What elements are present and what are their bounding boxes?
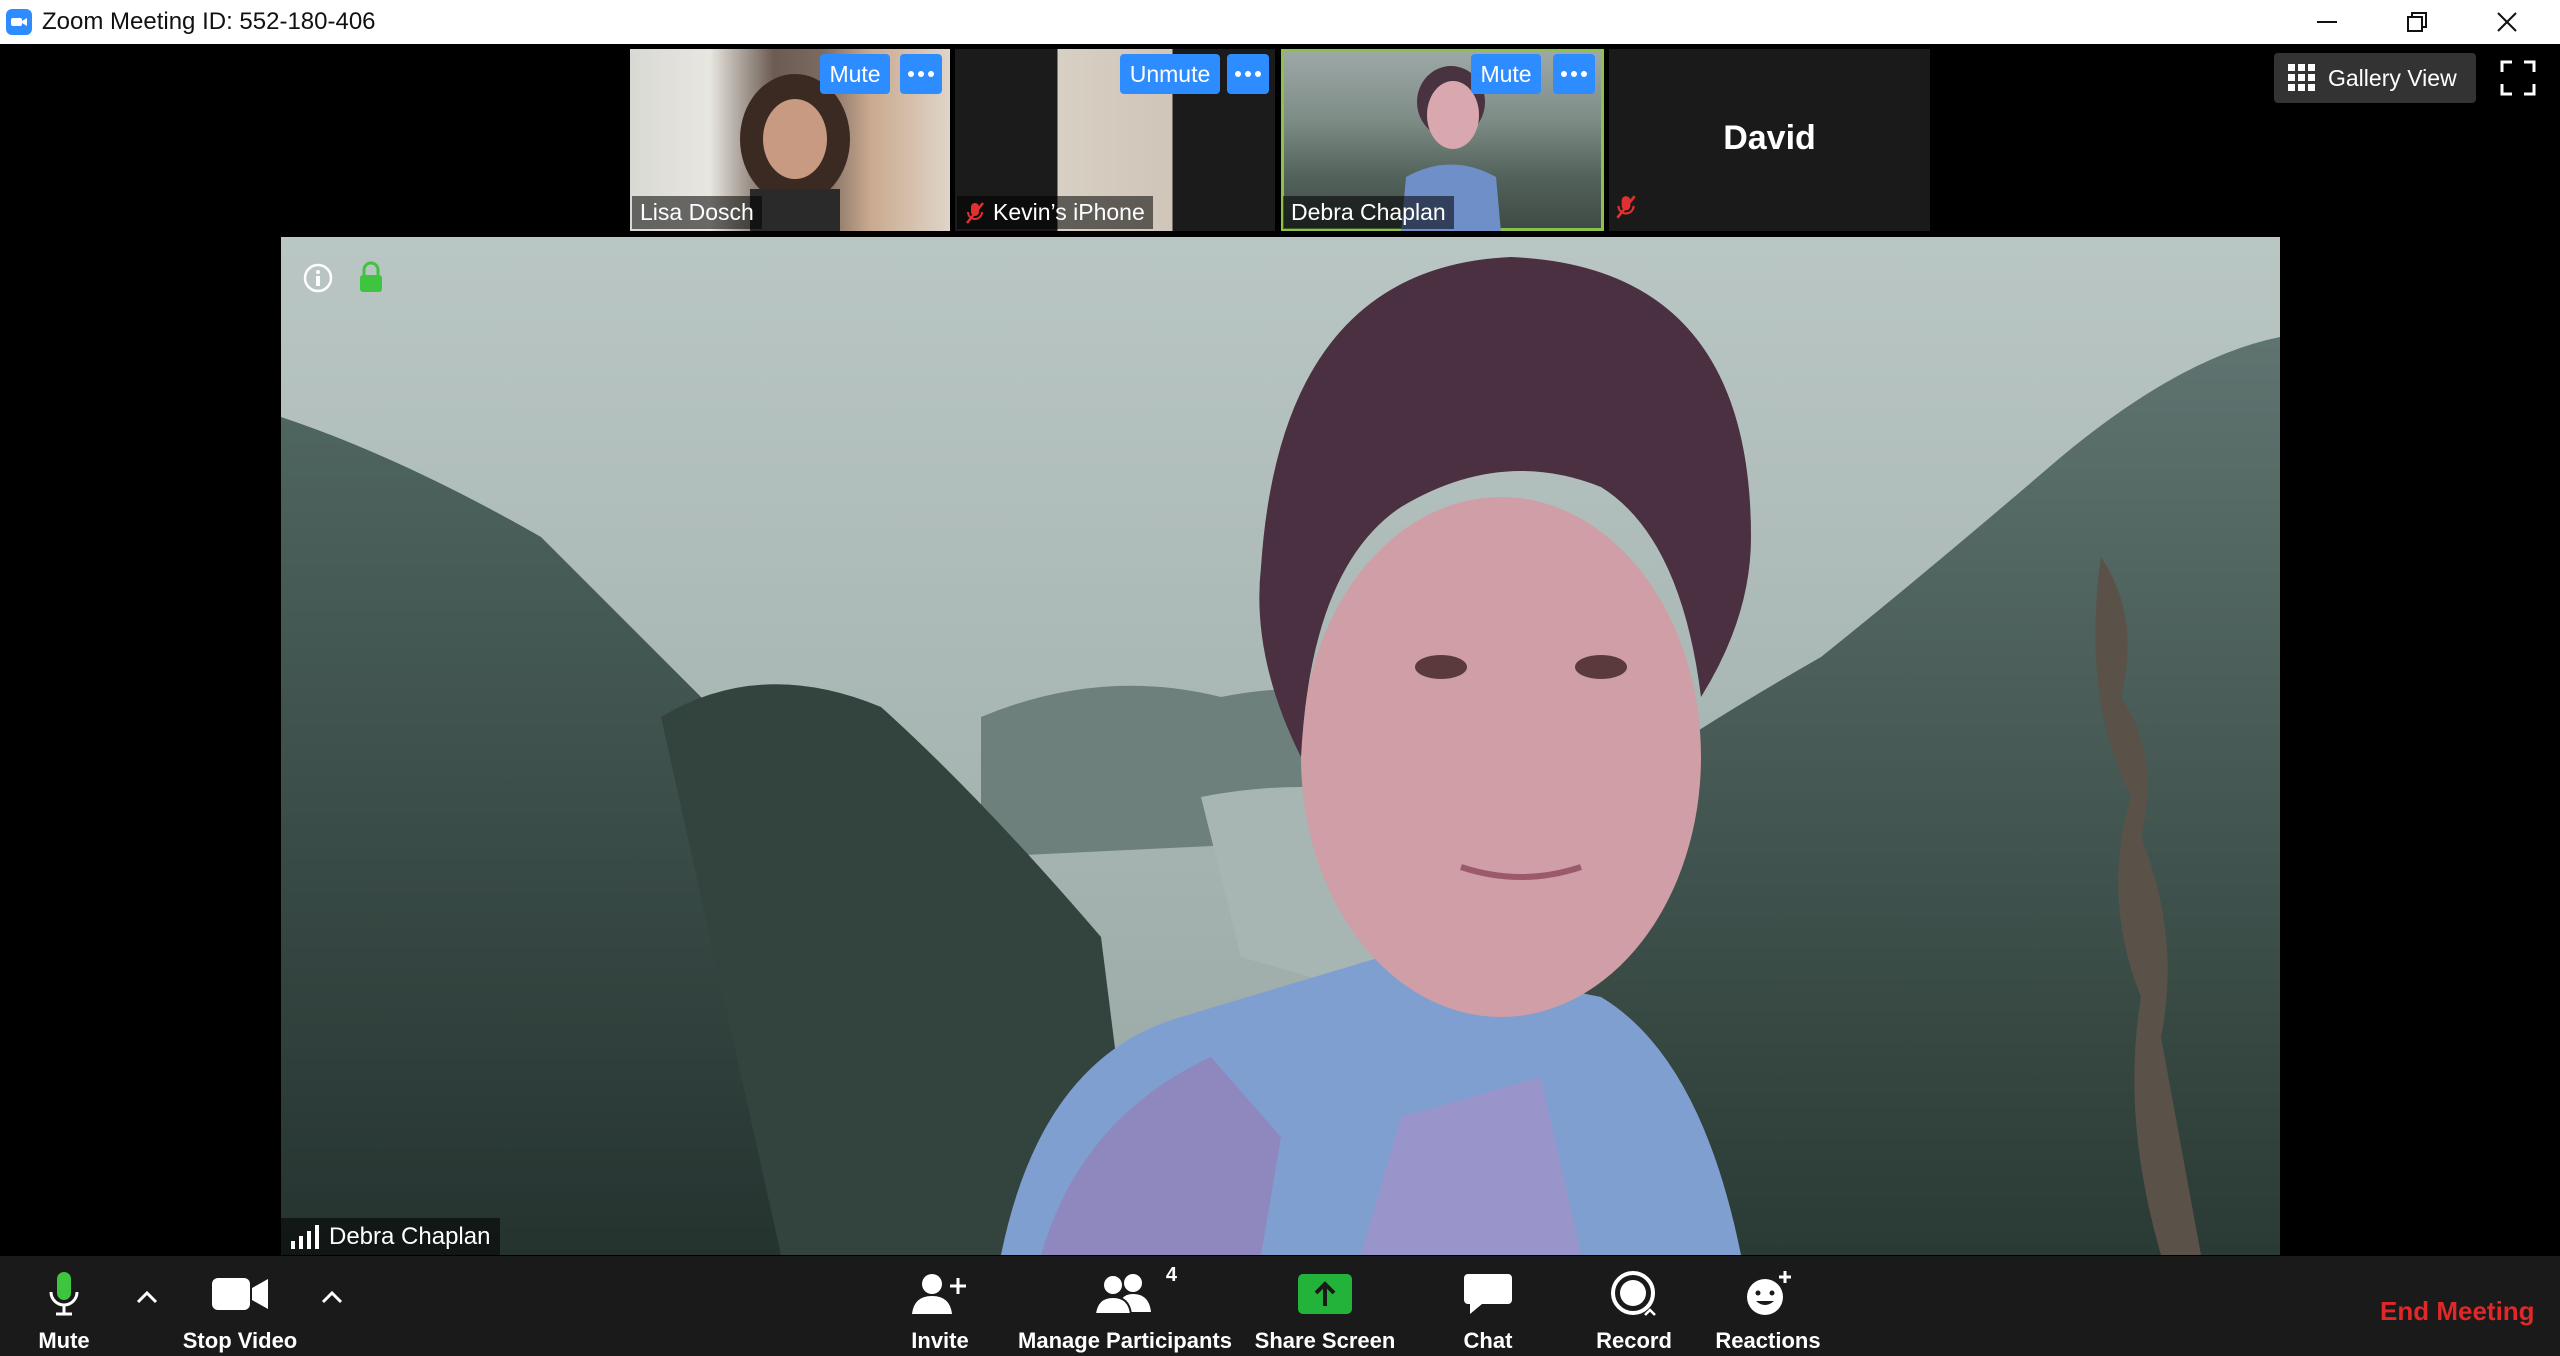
participant-tile-kevin[interactable]: Unmute Kevin’s iPhone <box>955 49 1275 231</box>
more-options-icon[interactable] <box>1227 54 1269 94</box>
stop-video-button[interactable]: Stop Video <box>170 1256 310 1356</box>
encryption-lock-icon[interactable] <box>357 261 385 298</box>
grid-icon <box>2288 64 2315 91</box>
gallery-view-button[interactable]: Gallery View <box>2274 53 2476 103</box>
muted-mic-icon <box>1615 194 1637 225</box>
meeting-toolbar: Mute Stop Video Invite 4 Manage Particip… <box>0 1256 2560 1356</box>
signal-strength-icon <box>291 1225 319 1249</box>
participant-count-badge: 4 <box>1165 1264 1177 1286</box>
chat-button[interactable]: Chat <box>1440 1256 1536 1356</box>
participant-name: Kevin’s iPhone <box>957 196 1153 229</box>
muted-mic-icon <box>966 201 984 224</box>
active-speaker-label: Debra Chaplan <box>281 1218 501 1256</box>
participant-name: David <box>1723 119 1816 157</box>
minimize-button[interactable] <box>2282 0 2372 44</box>
mute-button[interactable]: Mute <box>18 1256 110 1356</box>
audio-options-chevron-up-icon[interactable] <box>132 1282 162 1312</box>
record-button[interactable]: Record <box>1584 1256 1684 1356</box>
reactions-button[interactable]: Reactions <box>1710 1256 1826 1356</box>
fullscreen-icon[interactable] <box>2500 60 2536 96</box>
manage-participants-button[interactable]: 4 Manage Participants <box>1010 1256 1240 1356</box>
participant-name: Lisa Dosch <box>632 196 762 229</box>
end-meeting-button[interactable]: End Meeting <box>2380 1296 2535 1327</box>
more-options-icon[interactable] <box>900 54 942 94</box>
participant-name: Debra Chaplan <box>1283 196 1454 229</box>
participant-tile-david[interactable]: David <box>1609 49 1930 231</box>
share-screen-button[interactable]: Share Screen <box>1250 1256 1400 1356</box>
more-options-icon[interactable] <box>1553 54 1595 94</box>
participant-tile-debra[interactable]: Mute Debra Chaplan <box>1281 49 1604 231</box>
share-screen-icon <box>1298 1274 1352 1314</box>
record-icon <box>1611 1271 1656 1316</box>
chat-bubble-icon <box>1464 1274 1512 1314</box>
mute-participant-button[interactable]: Mute <box>820 54 890 94</box>
add-person-icon <box>912 1274 966 1314</box>
mute-participant-button[interactable]: Mute <box>1471 54 1541 94</box>
main-speaker-video <box>281 237 2280 1255</box>
title-bar: Zoom Meeting ID: 552-180-406 <box>0 0 2560 44</box>
invite-button[interactable]: Invite <box>890 1256 990 1356</box>
video-options-chevron-up-icon[interactable] <box>317 1282 347 1312</box>
meeting-info-icon[interactable] <box>303 263 333 298</box>
restore-button[interactable] <box>2372 0 2462 44</box>
window-title: Zoom Meeting ID: 552-180-406 <box>42 8 376 35</box>
video-camera-icon <box>212 1278 268 1310</box>
zoom-app-icon <box>6 9 32 35</box>
participant-tile-lisa[interactable]: Mute Lisa Dosch <box>630 49 950 231</box>
participants-icon <box>1095 1274 1151 1315</box>
unmute-participant-button[interactable]: Unmute <box>1120 54 1220 94</box>
smiley-plus-icon <box>1747 1271 1791 1315</box>
microphone-icon <box>49 1272 79 1316</box>
close-button[interactable] <box>2462 0 2552 44</box>
